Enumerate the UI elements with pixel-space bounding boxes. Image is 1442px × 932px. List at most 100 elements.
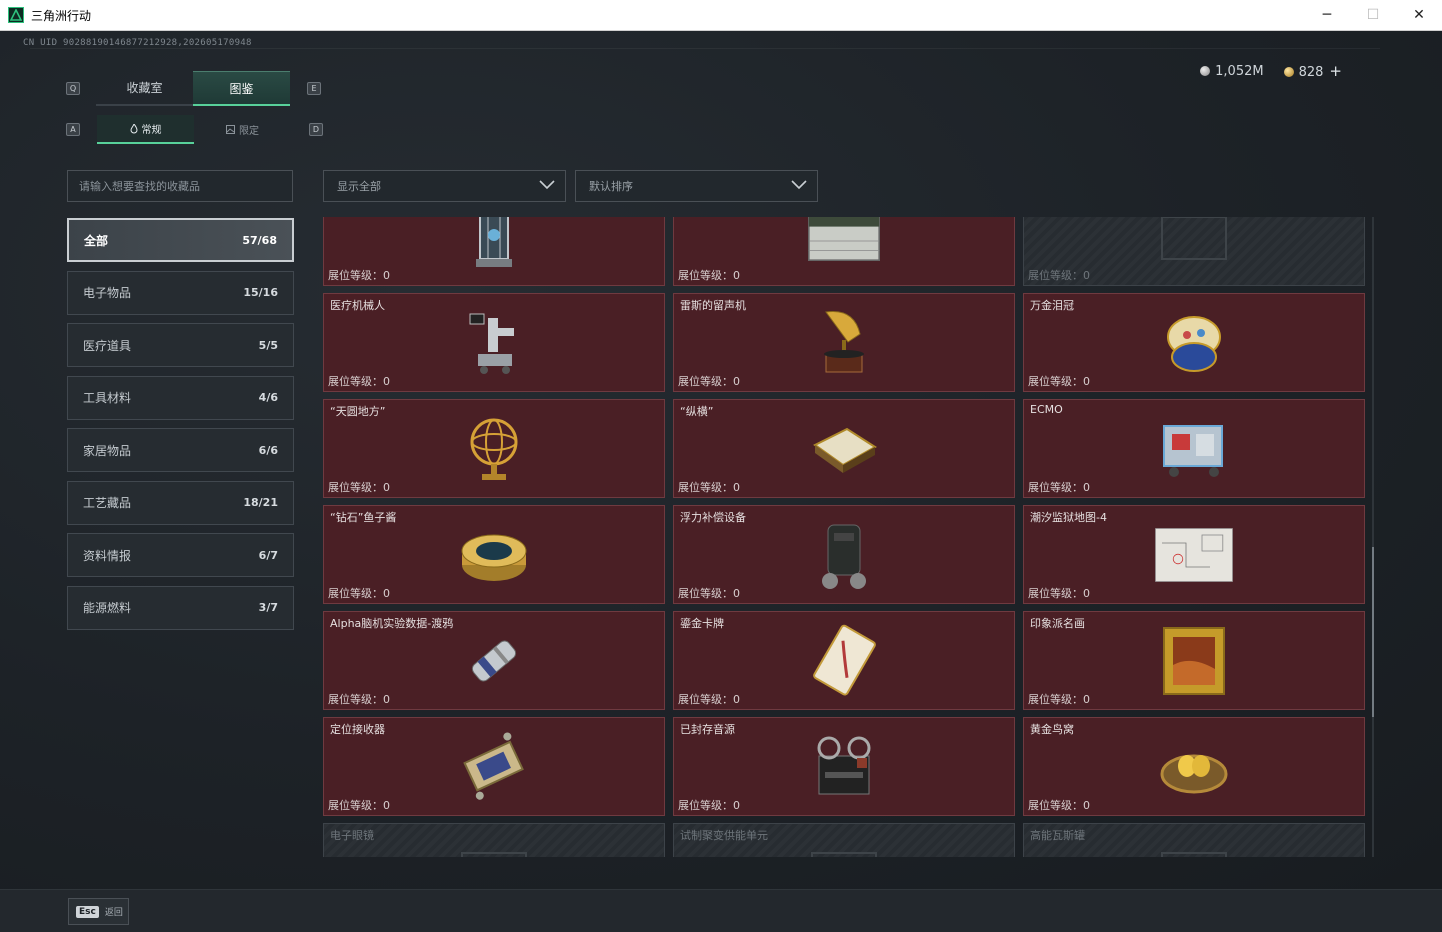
silver-amount: 1,052M	[1215, 63, 1264, 79]
collection-card[interactable]: “钻石”鱼子酱 展位等级：0	[323, 505, 665, 604]
currency-bar: 1,052M 828 +	[1200, 62, 1342, 80]
subtab-limited-label: 限定	[239, 126, 259, 137]
tab-collection-room[interactable]: 收藏室	[96, 71, 193, 106]
subtab-regular-label: 常规	[141, 125, 162, 136]
collection-item-name: 医疗机械人	[330, 299, 385, 312]
booth-level-value: 0	[1083, 375, 1090, 388]
booth-level: 展位等级：0	[678, 479, 740, 495]
collection-card[interactable]: 医疗机械人展位等级：0	[323, 293, 665, 392]
machine-icon	[1154, 409, 1234, 489]
collection-item-name: “纵横”	[680, 405, 714, 418]
window-controls: ─ ☐ ✕	[1304, 0, 1442, 30]
booth-level-value: 0	[383, 693, 390, 706]
add-currency-icon[interactable]: +	[1329, 62, 1342, 80]
sort-dropdown[interactable]: 默认排序	[575, 170, 818, 202]
category-item-crafts[interactable]: 工艺藏品 18/21	[67, 480, 294, 525]
collection-item-name: 高能瓦斯罐	[1030, 829, 1085, 842]
category-label: 电子物品	[83, 286, 132, 300]
sub-tabs: 常规 限定	[97, 115, 291, 144]
close-button[interactable]: ✕	[1396, 0, 1442, 30]
collection-item-name: Alpha脑机实验数据-渡鸦	[330, 617, 454, 630]
booth-level-value: 0	[1083, 481, 1090, 494]
collection-card[interactable]: 已封存音源 展位等级：0	[673, 717, 1015, 816]
painting-icon	[1154, 621, 1234, 701]
key-hint-e: E	[307, 82, 321, 95]
collection-card[interactable]: “纵横” 展位等级：0	[673, 399, 1015, 498]
collection-card[interactable]: 万金泪冠 展位等级：0	[1023, 293, 1365, 392]
collection-card[interactable]: 浮力补偿设备 展位等级：0	[673, 505, 1015, 604]
booth-level-value: 0	[383, 375, 390, 388]
collection-item-name: “天圆地方”	[330, 405, 386, 418]
receiver-icon	[454, 727, 534, 807]
booth-level-label: 展位等级：	[1028, 481, 1083, 494]
locked-icon	[1154, 217, 1234, 277]
back-button[interactable]: Esc 返回	[68, 898, 129, 925]
sort-dropdown-value: 默认排序	[589, 180, 633, 193]
minimize-button[interactable]: ─	[1304, 0, 1350, 30]
chevron-down-icon	[791, 180, 807, 190]
booth-level-label: 展位等级：	[678, 481, 733, 494]
filter-dropdown[interactable]: 显示全部	[323, 170, 566, 202]
collection-card[interactable]: 印象派名画 展位等级：0	[1023, 611, 1365, 710]
collection-card[interactable]: 潮汐监狱地图-4 展位等级：0	[1023, 505, 1365, 604]
collection-item-name: ECMO	[1030, 403, 1063, 416]
category-count: 18/21	[243, 496, 278, 509]
silver-currency: 1,052M	[1200, 63, 1264, 79]
collection-item-name: 已封存音源	[680, 723, 735, 736]
filter-dropdown-value: 显示全部	[337, 180, 381, 193]
booth-level: 展位等级：0	[328, 691, 390, 707]
category-item-household[interactable]: 家居物品 6/6	[67, 428, 294, 472]
collection-card[interactable]: 黄金鸟窝 展位等级：0	[1023, 717, 1365, 816]
booth-level-value: 0	[383, 481, 390, 494]
collection-card[interactable]: 试制聚变供能单元展位等级：0	[673, 823, 1015, 857]
category-count: 5/5	[258, 338, 278, 352]
collection-search-input[interactable]	[67, 170, 293, 202]
collection-card[interactable]: ECMO 展位等级：0	[1023, 399, 1365, 498]
category-item-energy[interactable]: 能源燃料 3/7	[67, 585, 294, 630]
booth-level-label: 展位等级：	[1028, 269, 1083, 282]
booth-level: 展位等级：0	[328, 373, 390, 389]
collection-card[interactable]: “天圆地方” 展位等级：0	[323, 399, 665, 498]
booth-level: 展位等级：0	[678, 691, 740, 707]
grid-scrollbar[interactable]	[1372, 217, 1374, 857]
collection-card[interactable]: 展位等级：0	[323, 217, 665, 286]
booth-level-value: 0	[1083, 693, 1090, 706]
image-frame-icon	[226, 125, 235, 134]
category-item-medical[interactable]: 医疗道具 5/5	[67, 323, 294, 367]
gold-currency[interactable]: 828 +	[1283, 62, 1342, 80]
locked-icon	[804, 833, 884, 857]
collection-card[interactable]: 定位接收器 展位等级：0	[323, 717, 665, 816]
subtab-regular[interactable]: 常规	[97, 115, 194, 144]
booth-level: 展位等级：0	[1028, 267, 1090, 283]
tab-catalog[interactable]: 图鉴	[193, 71, 290, 106]
category-item-all[interactable]: 全部 57/68	[67, 218, 294, 262]
category-label: 资料情报	[83, 548, 132, 563]
scrollbar-thumb[interactable]	[1372, 547, 1374, 717]
booth-level: 展位等级：0	[1028, 585, 1090, 601]
collection-card[interactable]: 高能瓦斯罐展位等级：0	[1023, 823, 1365, 857]
collection-card[interactable]: 电子眼镜展位等级：0	[323, 823, 665, 857]
booth-level-value: 0	[733, 587, 740, 600]
booth-level: 展位等级：0	[328, 585, 390, 601]
collection-item-name: 万金泪冠	[1030, 299, 1074, 312]
game-viewport: CN UID 9028819014687721292​8,20260517094…	[0, 31, 1442, 889]
booth-level-label: 展位等级：	[678, 375, 733, 388]
category-item-electronics[interactable]: 电子物品 15/16	[67, 270, 294, 315]
card-icon	[804, 621, 884, 701]
booth-level-label: 展位等级：	[678, 799, 733, 812]
flame-icon	[129, 123, 138, 133]
booth-level: 展位等级：0	[1028, 797, 1090, 813]
collection-card[interactable]: Alpha脑机实验数据-渡鸦 展位等级：0	[323, 611, 665, 710]
collection-card[interactable]: 展位等级：0	[1023, 217, 1365, 286]
collection-card[interactable]: 鎏金卡牌 展位等级：0	[673, 611, 1015, 710]
bottom-bar: Esc 返回	[0, 889, 1442, 932]
main-tabs: 收藏室 图鉴	[96, 71, 290, 106]
category-item-tools[interactable]: 工具材料 4/6	[67, 375, 294, 420]
maximize-button[interactable]: ☐	[1350, 0, 1396, 30]
collection-card[interactable]: 雷斯的留声机 展位等级：0	[673, 293, 1015, 392]
collection-card[interactable]: 展位等级：0	[673, 217, 1015, 286]
subtab-limited[interactable]: 限定	[194, 115, 291, 144]
key-hint-q: Q	[66, 82, 80, 95]
back-label: 返回	[104, 908, 123, 918]
category-item-intel[interactable]: 资料情报 6/7	[67, 533, 294, 577]
